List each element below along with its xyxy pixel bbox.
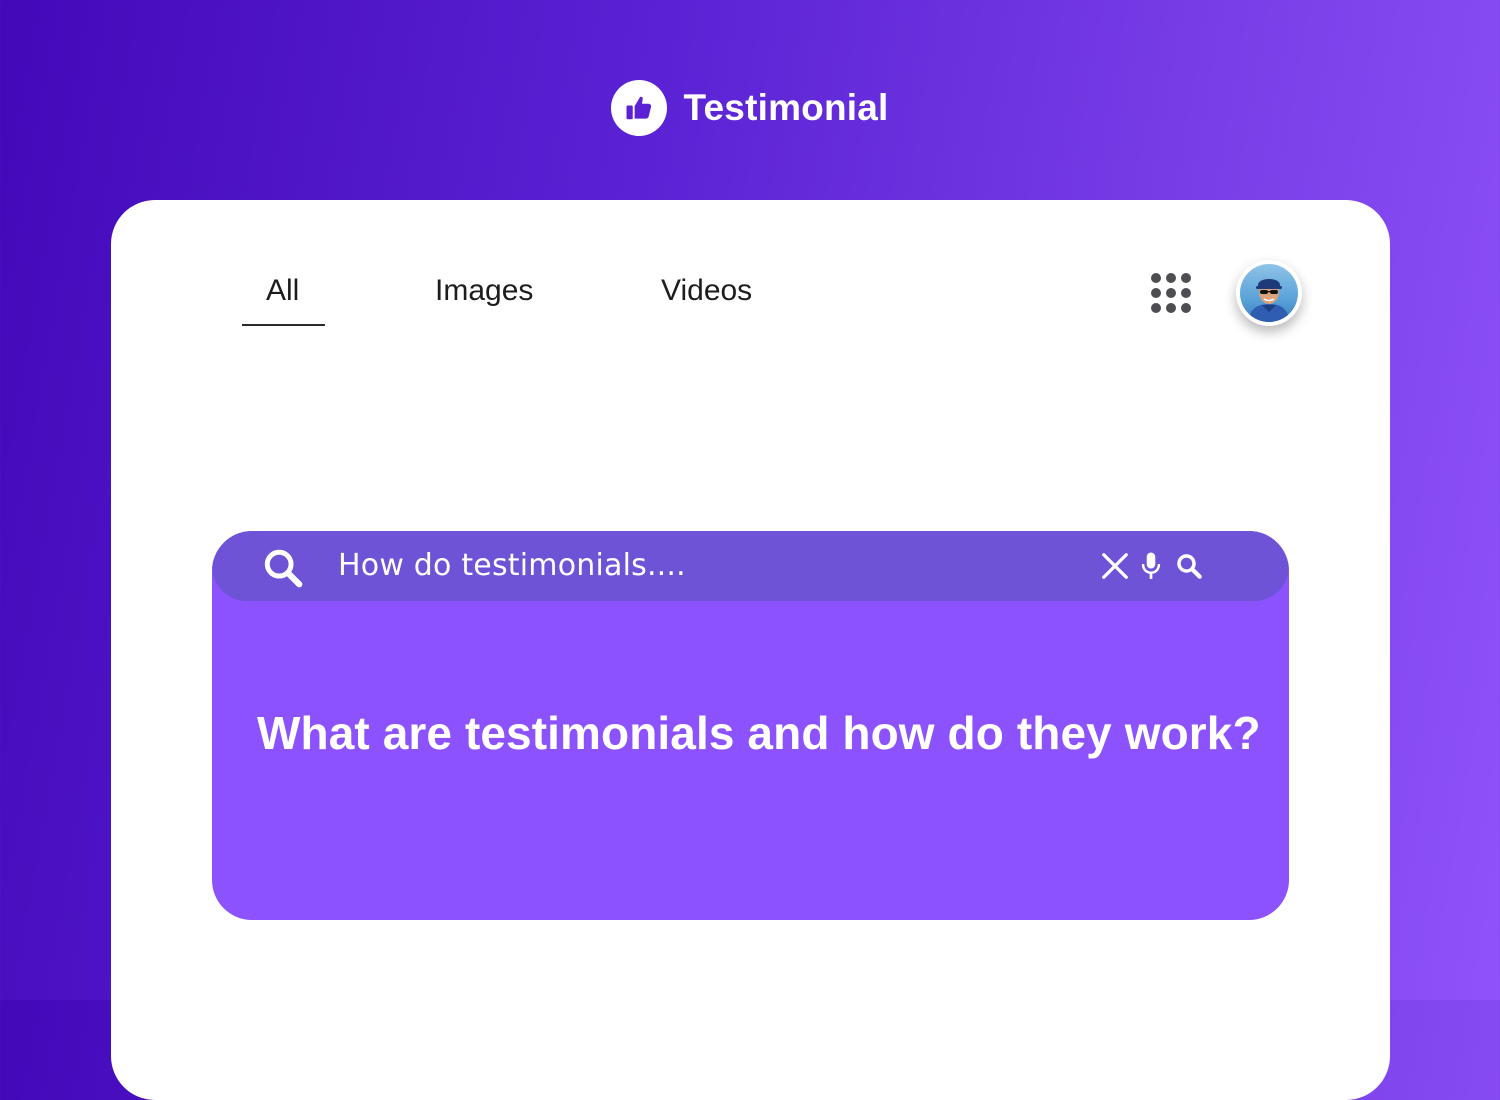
tab-all[interactable]: All	[266, 274, 299, 308]
search-tabs: All Images Videos	[111, 200, 1390, 340]
microphone-icon[interactable]	[1140, 551, 1162, 581]
user-avatar[interactable]	[1236, 260, 1302, 326]
tab-images[interactable]: Images	[435, 274, 533, 308]
avatar-photo	[1240, 264, 1298, 322]
search-icon[interactable]	[260, 545, 306, 591]
tab-videos[interactable]: Videos	[661, 274, 752, 308]
search-card: All Images Videos How do testimonials...…	[111, 200, 1390, 1100]
thumbs-up-icon	[611, 80, 668, 136]
clear-icon[interactable]	[1100, 551, 1130, 581]
search-input[interactable]: How do testimonials....	[338, 548, 686, 583]
search-bar[interactable]: How do testimonials....	[212, 531, 1289, 601]
brand-header: Testimonial	[0, 78, 1500, 138]
brand-name: Testimonial	[683, 87, 889, 128]
result-headline: What are testimonials and how do they wo…	[257, 707, 1261, 759]
apps-grid-icon[interactable]	[1151, 273, 1195, 317]
search-result-panel: How do testimonials.... What are testimo…	[212, 531, 1289, 920]
search-icon[interactable]	[1173, 551, 1205, 581]
active-tab-indicator	[242, 324, 325, 326]
